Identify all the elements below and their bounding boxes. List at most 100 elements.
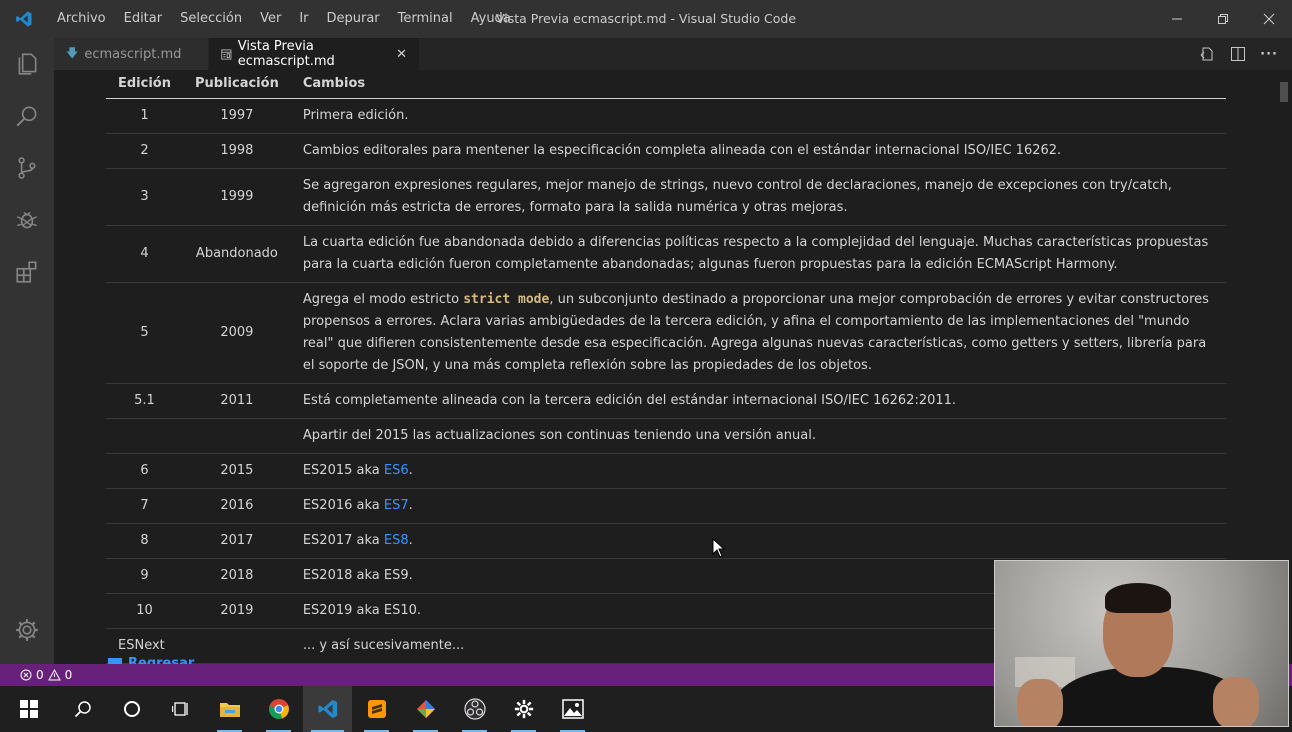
changes-cell: ES2016 aka ES7. <box>290 488 1226 524</box>
year-cell: 1997 <box>183 98 291 134</box>
taskbar-vscode[interactable] <box>303 686 352 732</box>
changes-cell: ES2017 aka ES8. <box>290 523 1226 559</box>
minimize-button[interactable] <box>1154 0 1200 38</box>
explorer-button[interactable] <box>0 38 54 90</box>
task-view-button[interactable] <box>156 686 205 732</box>
changes-text: Agrega el modo estricto <box>302 292 464 307</box>
cortana-icon <box>123 701 140 717</box>
edition-cell: 6 <box>106 453 183 489</box>
extensions-icon <box>16 261 37 283</box>
table-row: 5.1 2011 Está completamente alineada con… <box>106 383 1226 419</box>
folder-icon <box>219 703 240 717</box>
menu-seleccion[interactable]: Selección <box>171 0 251 38</box>
start-button[interactable] <box>0 686 58 732</box>
menu-bar: Archivo Editar Selección Ver Ir Depurar … <box>48 0 520 38</box>
es8-link[interactable]: ES8 <box>384 533 409 548</box>
back-link[interactable]: Regresar <box>108 656 194 664</box>
debug-button[interactable] <box>0 194 54 246</box>
year-cell: 1998 <box>183 133 291 169</box>
gear-icon <box>16 619 38 641</box>
restore-button[interactable] <box>1200 0 1246 38</box>
menu-archivo[interactable]: Archivo <box>48 0 115 38</box>
source-control-button[interactable] <box>0 142 54 194</box>
task-view-icon <box>171 702 188 716</box>
table-header-row: Edición Publicación Cambios <box>106 70 1226 99</box>
taskbar-chrome[interactable] <box>254 686 303 732</box>
year-cell: 2016 <box>183 488 291 524</box>
header-edicion: Edición <box>106 70 183 99</box>
problems-status[interactable]: 0 0 <box>0 668 72 682</box>
markdown-icon: 🡇 <box>66 45 79 60</box>
vscode-logo-icon <box>0 0 48 38</box>
close-tab-button[interactable]: ✕ <box>396 47 407 62</box>
tab-label: ecmascript.md <box>84 46 182 62</box>
error-count: 0 <box>36 668 44 682</box>
search-icon <box>74 701 91 718</box>
files-icon <box>18 53 37 75</box>
changes-text: . <box>408 498 413 513</box>
edition-cell: 10 <box>106 593 183 629</box>
search-icon <box>16 106 37 127</box>
tab-ecmascript-md[interactable]: 🡇 ecmascript.md <box>54 38 209 70</box>
changes-text: . <box>408 463 413 478</box>
table-row: Apartir del 2015 las actualizaciones son… <box>106 418 1226 454</box>
title-bar: Archivo Editar Selección Ver Ir Depurar … <box>0 0 1292 38</box>
es7-link[interactable]: ES7 <box>384 498 409 513</box>
es6-link[interactable]: ES6 <box>384 463 409 478</box>
back-link-label: Regresar <box>128 656 195 664</box>
edition-cell: 7 <box>106 488 183 524</box>
changes-cell: Primera edición. <box>290 98 1226 134</box>
activity-bar <box>0 38 54 664</box>
close-icon <box>1263 13 1275 25</box>
table-row: 4 Abandonado La cuarta edición fue aband… <box>106 225 1226 283</box>
chrome-icon <box>268 699 289 719</box>
taskbar-settings[interactable] <box>499 686 548 732</box>
taskbar-obs[interactable] <box>450 686 499 732</box>
edition-cell: 8 <box>106 523 183 559</box>
more-actions-icon[interactable]: ··· <box>1260 47 1278 62</box>
changes-cell: Se agregaron expresiones regulares, mejo… <box>290 168 1226 226</box>
vertical-scrollbar[interactable] <box>1280 82 1288 102</box>
search-button[interactable] <box>0 90 54 142</box>
edition-cell: 5.1 <box>106 383 183 419</box>
extensions-button[interactable] <box>0 246 54 298</box>
menu-terminal[interactable]: Terminal <box>389 0 462 38</box>
header-cambios: Cambios <box>290 70 1226 99</box>
edition-cell: 4 <box>106 225 183 283</box>
obs-icon <box>463 698 486 720</box>
taskbar-git[interactable] <box>401 686 450 732</box>
taskbar-sublime[interactable] <box>352 686 401 732</box>
webcam-overlay <box>994 560 1289 727</box>
menu-ir[interactable]: Ir <box>290 0 317 38</box>
edition-cell: 1 <box>106 98 183 134</box>
source-control-icon <box>18 157 36 179</box>
menu-depurar[interactable]: Depurar <box>318 0 389 38</box>
year-cell: 2011 <box>183 383 291 419</box>
split-editor-icon[interactable] <box>1230 46 1246 62</box>
close-window-button[interactable] <box>1246 0 1292 38</box>
menu-ayuda[interactable]: Ayuda <box>462 0 520 38</box>
taskbar-photos[interactable] <box>548 686 597 732</box>
preview-icon <box>221 49 232 59</box>
settings-button[interactable] <box>0 604 54 656</box>
warning-count: 0 <box>64 668 73 682</box>
menu-editar[interactable]: Editar <box>115 0 172 38</box>
taskbar-search-button[interactable] <box>58 686 107 732</box>
window-controls <box>1154 0 1292 38</box>
year-cell: 2018 <box>183 558 291 594</box>
gear-icon <box>514 699 533 719</box>
tab-preview-ecmascript-md[interactable]: Vista Previa ecmascript.md ✕ <box>209 38 420 70</box>
presenter-hair <box>1105 583 1171 613</box>
year-cell <box>183 628 291 664</box>
cortana-button[interactable] <box>107 686 156 732</box>
menu-ver[interactable]: Ver <box>251 0 290 38</box>
windows-icon <box>20 700 38 718</box>
taskbar-file-explorer[interactable] <box>205 686 254 732</box>
tab-label: Vista Previa ecmascript.md <box>237 39 335 69</box>
error-icon <box>20 669 32 681</box>
edition-cell <box>106 418 183 454</box>
sublime-icon <box>367 700 386 718</box>
open-source-icon[interactable] <box>1200 46 1216 62</box>
table-row: 5 2009 Agrega el modo estricto strict mo… <box>106 282 1226 384</box>
table-row: 1 1997 Primera edición. <box>106 98 1226 134</box>
